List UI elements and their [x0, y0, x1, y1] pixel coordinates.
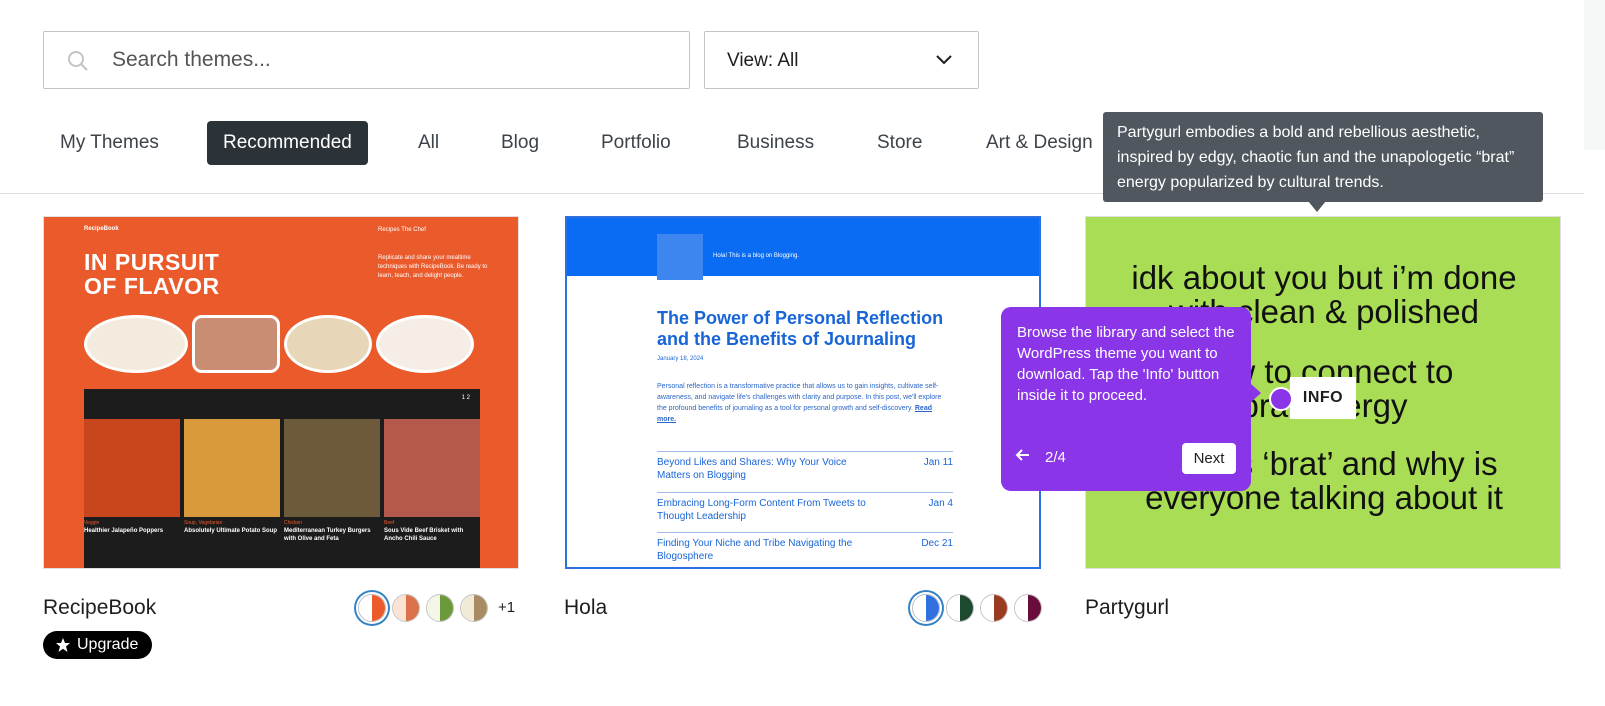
preview-title: IN PURSUIT OF FLAVOR — [84, 249, 220, 299]
view-filter-select[interactable]: View: All — [704, 31, 979, 89]
arrow-left-icon[interactable] — [1015, 447, 1031, 463]
preview-date: January 18, 2024 — [657, 356, 704, 362]
tab-store[interactable]: Store — [861, 121, 938, 165]
tab-art-design[interactable]: Art & Design — [970, 121, 1109, 165]
preview-pagination: 1 2 — [461, 395, 470, 401]
tab-blog[interactable]: Blog — [485, 121, 555, 165]
preview-recipe-grid: 1 2 Veggie Healthier Jalapeño Poppers Sou… — [84, 389, 480, 568]
preview-line: idk about you but i’m done — [1131, 259, 1517, 296]
info-button[interactable]: INFO — [1290, 377, 1356, 419]
preview-brand: RecipeBook — [84, 226, 119, 232]
tab-portfolio[interactable]: Portfolio — [585, 121, 687, 165]
recipe-tag: Chicken — [284, 520, 303, 526]
preview-header — [567, 218, 1039, 276]
view-filter-label: View: All — [727, 50, 799, 71]
theme-preview-recipebook[interactable]: RecipeBook Recipes The Chef IN PURSUIT O… — [43, 216, 519, 569]
chevron-down-icon — [936, 55, 952, 65]
recipe-photo — [84, 419, 180, 517]
preview-post: Embracing Long-Form Content From Tweets … — [657, 492, 953, 523]
style-swatch[interactable] — [980, 594, 1008, 622]
post-date: Dec 21 — [921, 538, 953, 549]
recipe-tag: Beef — [384, 520, 395, 526]
post-date: Jan 4 — [928, 498, 953, 509]
preview-greeting: Hola! This is a blog on Blogging. — [713, 253, 799, 259]
recipe-title: Sous Vide Beef Brisket with Ancho Chili … — [384, 528, 464, 542]
dish-illustration — [284, 315, 372, 373]
tour-next-button[interactable]: Next — [1182, 443, 1236, 474]
dish-illustration — [376, 315, 474, 373]
tour-pointer — [1251, 384, 1261, 402]
preview-title: The Power of Personal Reflection and the… — [657, 308, 944, 349]
recipe-title: Mediterranean Turkey Burgers with Olive … — [284, 528, 371, 542]
recipe-tag: Veggie — [84, 520, 100, 526]
dish-illustration — [192, 315, 280, 373]
style-swatch[interactable] — [946, 594, 974, 622]
tour-text: Browse the library and select the WordPr… — [1017, 324, 1235, 404]
more-styles-count[interactable]: +1 — [498, 599, 515, 616]
tab-business[interactable]: Business — [721, 121, 830, 165]
style-swatch[interactable] — [1014, 594, 1042, 622]
style-swatch[interactable] — [426, 594, 454, 622]
search-input[interactable] — [112, 33, 672, 87]
recipe-photo — [384, 419, 480, 517]
style-swatch[interactable] — [358, 594, 386, 622]
theme-name-partygurl[interactable]: Partygurl — [1085, 596, 1169, 620]
post-date: Jan 11 — [923, 457, 953, 468]
recipe-photo — [284, 419, 380, 517]
preview-blurb: Replicate and share your mealtime techni… — [378, 255, 488, 279]
preview-nav: Recipes The Chef — [378, 227, 426, 233]
upgrade-badge[interactable]: Upgrade — [43, 631, 153, 659]
scroll-edge — [1584, 0, 1605, 150]
preview-body: Personal reflection is a transformative … — [657, 381, 952, 425]
style-swatch[interactable] — [912, 594, 940, 622]
upgrade-badge-label: Upgrade — [77, 636, 139, 653]
recipe-title: Absolutely Ultimate Potato Soup — [184, 528, 278, 534]
preview-post: Beyond Likes and Shares: Why Your Voice … — [657, 451, 953, 482]
tour-hotspot[interactable] — [1269, 387, 1293, 411]
tab-all[interactable]: All — [402, 121, 455, 165]
style-swatch[interactable] — [392, 594, 420, 622]
recipe-tag: Soup, Vegetarian — [184, 520, 223, 526]
tour-step-counter: 2/4 — [1045, 449, 1066, 466]
search-box[interactable] — [43, 31, 690, 89]
recipe-photo — [184, 419, 280, 517]
tooltip-arrow — [1308, 201, 1326, 212]
tab-recommended[interactable]: Recommended — [207, 121, 368, 165]
style-swatch[interactable] — [460, 594, 488, 622]
search-icon — [68, 51, 88, 71]
recipe-title: Healthier Jalapeño Poppers — [84, 528, 164, 534]
theme-description-tooltip: Partygurl embodies a bold and rebellious… — [1103, 112, 1543, 202]
theme-name-hola[interactable]: Hola — [564, 596, 607, 620]
post-title: Embracing Long-Form Content From Tweets … — [657, 498, 866, 522]
preview-post: Finding Your Niche and Tribe Navigating … — [657, 532, 953, 563]
post-title: Beyond Likes and Shares: Why Your Voice … — [657, 457, 847, 481]
post-title: Finding Your Niche and Tribe Navigating … — [657, 538, 853, 562]
theme-name-recipebook[interactable]: RecipeBook — [43, 596, 156, 620]
preview-body-text: Personal reflection is a transformative … — [657, 383, 942, 412]
star-icon — [56, 638, 70, 652]
preview-avatar — [657, 234, 703, 280]
dish-illustration — [84, 315, 188, 373]
theme-preview-hola[interactable]: Hola! This is a blog on Blogging. The Po… — [565, 216, 1041, 569]
tab-my-themes[interactable]: My Themes — [44, 121, 175, 165]
guided-tour-popover: Browse the library and select the WordPr… — [1001, 307, 1251, 491]
